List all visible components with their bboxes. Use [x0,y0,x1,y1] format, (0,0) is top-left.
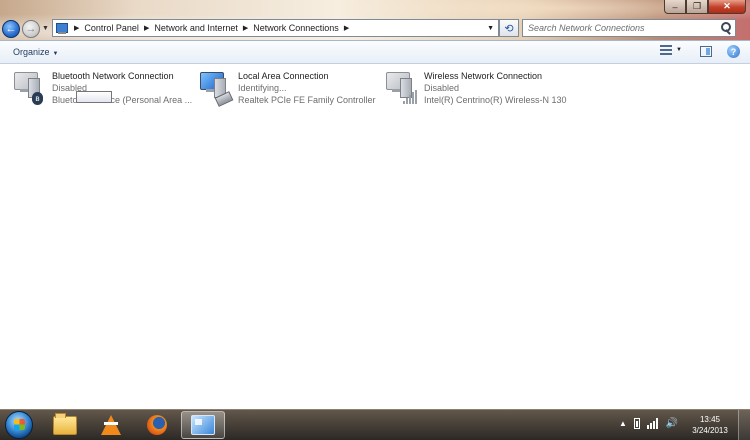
connection-status: Disabled [424,83,460,93]
organize-button[interactable]: Organize ▼ [13,47,58,57]
network-connections-icon [191,415,215,435]
clock-date: 3/24/2013 [692,426,728,435]
refresh-icon: ⟲ [504,22,514,35]
connection-name: Bluetooth Network Connection [52,71,174,81]
tooltip-box [76,91,112,103]
network-tray-icon[interactable] [646,418,659,429]
search-box[interactable]: Search Network Connections [522,19,736,37]
help-icon[interactable]: ? [727,45,740,58]
taskbar-item-firefox[interactable] [135,411,179,439]
connection-item-local-area[interactable]: Local Area Connection Identifying... Rea… [198,70,376,108]
back-button[interactable]: ← [2,20,20,38]
command-bar: Organize ▼ ▼ ? [0,40,750,64]
connection-status: Disabled [52,83,88,93]
address-bar[interactable]: ▶ Control Panel ▶ Network and Internet ▶… [52,19,499,37]
firefox-icon [147,415,167,435]
minimize-icon: – [672,1,678,12]
clock[interactable]: 13:45 3/24/2013 [690,414,730,436]
breadcrumb-network-connections[interactable]: Network Connections [253,23,339,33]
restore-icon: ❐ [692,1,702,11]
taskbar: ▲ 🔊 13:45 3/24/2013 [0,409,750,440]
forward-arrow-icon: → [25,23,37,35]
connections-pane: ʙ Bluetooth Network Connection Disabled … [0,64,750,409]
connection-device: Realtek PCIe FE Family Controller [238,95,376,105]
close-button[interactable]: ✕ [708,0,746,14]
local-area-network-icon [198,70,234,108]
breadcrumb-arrow-icon[interactable]: ▶ [243,24,248,32]
maximize-button[interactable]: ❐ [686,0,708,14]
taskbar-item-vlc[interactable] [89,411,133,439]
show-desktop-button[interactable] [738,410,750,440]
start-button[interactable] [5,411,33,439]
search-input[interactable]: Search Network Connections [523,23,719,33]
wireless-network-icon [384,70,420,108]
chevron-down-icon: ▼ [676,47,682,53]
window-caption-buttons: – ❐ ✕ [664,0,746,14]
system-tray: ▲ 🔊 [619,418,678,429]
connection-name: Local Area Connection [238,71,329,81]
recent-pages-dropdown[interactable]: ▼ [42,25,49,32]
connection-item-wireless[interactable]: Wireless Network Connection Disabled Int… [384,70,567,108]
breadcrumb-arrow-icon[interactable]: ▶ [144,24,149,32]
change-view-button[interactable]: ▼ [660,45,682,55]
breadcrumb-arrow-icon[interactable]: ▶ [344,24,349,32]
preview-pane-icon[interactable] [700,46,712,57]
battery-icon[interactable] [633,418,640,429]
organize-label: Organize [13,47,50,57]
network-folder-icon [55,21,69,35]
windows-explorer-icon [53,412,77,435]
bluetooth-network-icon: ʙ [12,70,48,108]
address-history-dropdown[interactable]: ▼ [487,25,494,32]
view-options-icon [660,45,672,55]
show-hidden-icons-icon[interactable]: ▲ [619,419,627,428]
chevron-down-icon: ▼ [42,25,49,32]
connection-status: Identifying... [238,83,287,93]
connection-name: Wireless Network Connection [424,71,543,81]
back-arrow-icon: ← [5,23,17,35]
search-icon[interactable] [719,21,733,35]
vlc-icon [101,415,121,435]
minimize-button[interactable]: – [664,0,686,14]
breadcrumb-network-and-internet[interactable]: Network and Internet [154,23,238,33]
breadcrumb-arrow-icon[interactable]: ▶ [74,24,79,32]
breadcrumb-control-panel[interactable]: Control Panel [84,23,139,33]
close-icon: ✕ [723,1,731,11]
chevron-down-icon: ▼ [52,51,59,57]
taskbar-item-explorer[interactable] [43,411,87,439]
connection-device: Bluetooth Device (Personal Area ... [52,95,193,105]
connection-device: Intel(R) Centrino(R) Wireless-N 130 [424,95,567,105]
volume-icon[interactable]: 🔊 [666,418,678,429]
forward-button[interactable]: → [22,20,40,38]
refresh-button[interactable]: ⟲ [499,19,519,37]
taskbar-item-network-connections[interactable] [181,411,225,439]
clock-time: 13:45 [699,415,721,424]
